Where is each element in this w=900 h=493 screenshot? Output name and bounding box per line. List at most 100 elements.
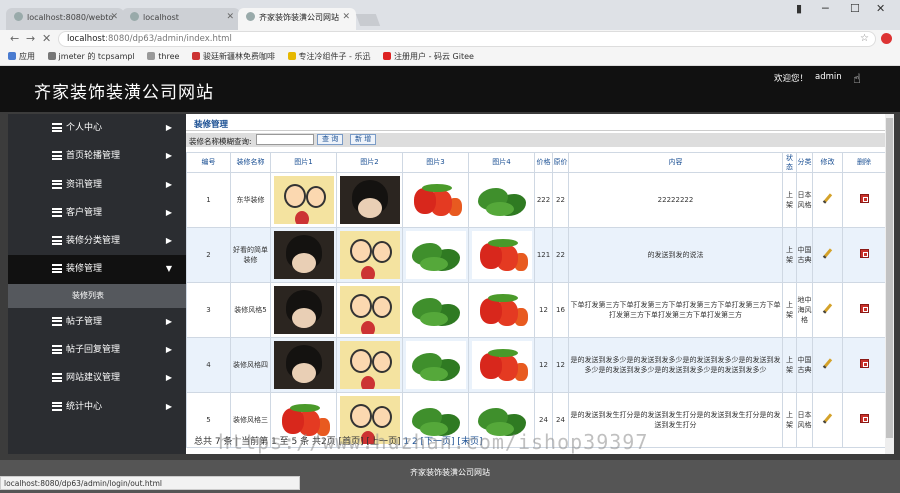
close-window-icon[interactable]: ✕ <box>876 2 885 15</box>
search-label: 装修名称模糊查询: <box>189 137 252 146</box>
new-tab-button[interactable] <box>355 14 381 26</box>
column-header: 内容 <box>568 152 783 173</box>
gitee-icon <box>383 52 392 60</box>
pagination: 总共 7 条 | 当前第 1 至 5 条 共2页 [首页] [上一页] 1 2 … <box>194 434 482 447</box>
bookmark-label: three <box>158 52 180 61</box>
bookmark-star-icon[interactable]: ☆ <box>860 33 869 44</box>
sidebar-item-statistics[interactable]: 统计中心 ▶ <box>8 393 186 421</box>
cell-id: 1 <box>186 172 231 228</box>
vertical-scrollbar[interactable] <box>885 114 894 454</box>
close-tab-icon[interactable]: ✕ <box>226 12 234 22</box>
sidebar-item-suggestions[interactable]: 网站建议管理 ▶ <box>8 364 186 392</box>
sidebar-item-news[interactable]: 资讯管理 ▶ <box>8 171 186 199</box>
apps-icon <box>8 52 16 60</box>
bookmark-item[interactable]: 骏廷新疆林免费咖啡 <box>191 51 275 62</box>
sidebar-item-personal[interactable]: 个人中心 ▶ <box>8 114 186 142</box>
query-button[interactable]: 查 询 <box>317 134 344 145</box>
search-bar: 装修名称模糊查询: 查 询 新 增 <box>186 133 885 147</box>
table-row: 2 好看的简单装修 121 22 的发送到发的说法 上架 中国古典 <box>186 227 886 283</box>
add-button[interactable]: 新 增 <box>350 134 377 145</box>
forward-icon[interactable]: → <box>26 32 35 45</box>
sidebar-item-posts[interactable]: 帖子管理 ▶ <box>8 308 186 336</box>
cartoon-image <box>339 231 400 279</box>
cell-image <box>402 172 469 228</box>
user-icon[interactable]: ▮ <box>796 2 802 15</box>
browser-tab-1[interactable]: localhost:8080/webto ✕ <box>6 8 124 30</box>
username-link[interactable]: admin <box>815 72 842 82</box>
reload-icon[interactable]: ✕ <box>42 32 51 45</box>
sidebar-subitem-decoration-list[interactable]: 装修列表 <box>8 283 186 308</box>
browser-tab-3[interactable]: 齐家装饰装潢公司网站 ✕ <box>238 8 356 30</box>
cell-category: 日本风格 <box>796 172 813 228</box>
stack-icon <box>52 179 62 189</box>
pepper-image <box>405 176 466 224</box>
scrollbar-thumb[interactable] <box>886 118 893 438</box>
page-icon <box>14 12 23 21</box>
pencil-icon[interactable] <box>822 248 833 259</box>
site-title: 齐家装饰装潢公司网站 <box>34 83 214 103</box>
stack-icon <box>52 373 62 383</box>
search-input[interactable] <box>256 134 314 145</box>
maximize-icon[interactable]: ☐ <box>850 2 860 15</box>
extension-icon[interactable] <box>881 33 892 44</box>
delete-icon[interactable] <box>859 194 869 203</box>
pencil-icon[interactable] <box>822 193 833 204</box>
sidebar-item-label: 帖子管理 <box>66 316 103 327</box>
address-bar[interactable]: localhost:8080/dp63/admin/index.html ☆ <box>58 31 876 47</box>
cell-image <box>270 282 337 338</box>
page-icon <box>130 12 139 21</box>
browser-tab-2[interactable]: localhost ✕ <box>122 8 240 30</box>
cell-id: 3 <box>186 282 231 338</box>
page-2-link[interactable]: 2 <box>412 437 418 447</box>
minimize-icon[interactable]: ─ <box>822 2 829 15</box>
column-header: 分类 <box>796 152 813 173</box>
bookmark-item[interactable]: three <box>147 52 179 61</box>
chevron-right-icon: ▶ <box>165 179 172 189</box>
stack-icon <box>52 316 62 326</box>
page-icon <box>147 52 156 60</box>
chevron-right-icon: ▶ <box>165 373 172 383</box>
chevron-right-icon: ▶ <box>165 401 172 411</box>
cell-category: 中国古典 <box>796 337 813 393</box>
delete-icon[interactable] <box>859 304 869 313</box>
bookmarks-bar: 应用 jmeter 的 tcpsampl three 骏廷新疆林免费咖啡 专注冷… <box>0 48 900 66</box>
back-icon[interactable]: ← <box>10 32 19 45</box>
delete-icon[interactable] <box>859 359 869 368</box>
next-last-links[interactable]: [下一页] [末页] <box>421 437 483 447</box>
page-1-link[interactable]: 1 <box>403 437 409 447</box>
bookmark-item[interactable]: 注册用户 - 码云 Gitee <box>383 51 474 62</box>
stack-icon <box>52 123 62 132</box>
delete-icon[interactable] <box>859 414 869 423</box>
browser-tabbar: localhost:8080/webto ✕ localhost ✕ 齐家装饰装潢公… <box>0 0 900 30</box>
cell-edit <box>812 172 843 228</box>
table-row: 1 东华装修 222 22 22222222 上架 日本风格 <box>186 172 886 228</box>
pencil-icon[interactable] <box>822 358 833 369</box>
pencil-icon[interactable] <box>822 303 833 314</box>
cell-price: 121 <box>534 227 553 283</box>
cell-original-price: 16 <box>552 282 569 338</box>
table-row: 3 装修风格5 12 16 下单打发第三方下单打发第三方下单打发第三方下单打发第三方下单… <box>186 282 886 338</box>
bookmark-apps[interactable]: 应用 <box>8 51 35 62</box>
cell-content: 下单打发第三方下单打发第三方下单打发第三方下单打发第三方下单打发第三方下单打发第… <box>568 282 783 338</box>
pencil-icon[interactable] <box>822 413 833 424</box>
cartoon-image <box>339 341 400 389</box>
sidebar-item-replies[interactable]: 帖子回复管理 ▶ <box>8 336 186 364</box>
spinach-image <box>405 231 466 279</box>
bookmark-item[interactable]: 专注冷组件子 - 乐迅 <box>287 51 371 62</box>
stack-icon <box>52 345 62 355</box>
status-url: localhost:8080/dp63/admin/login/out.html <box>0 476 300 490</box>
close-tab-icon[interactable]: ✕ <box>342 12 350 22</box>
cell-delete <box>842 172 886 228</box>
sidebar-item-customers[interactable]: 客户管理 ▶ <box>8 199 186 227</box>
sidebar-item-carousel[interactable]: 首页轮播管理 ▶ <box>8 142 186 170</box>
delete-icon[interactable] <box>859 249 869 258</box>
dark-image <box>273 286 334 334</box>
page-icon <box>246 12 255 21</box>
sidebar-item-categories[interactable]: 装修分类管理 ▶ <box>8 227 186 255</box>
sidebar-item-label: 首页轮播管理 <box>66 151 121 162</box>
close-tab-icon[interactable]: ✕ <box>110 12 118 22</box>
bookmark-label: 骏廷新疆林免费咖啡 <box>202 52 275 61</box>
bookmark-item[interactable]: jmeter 的 tcpsampl <box>47 51 135 62</box>
sidebar-item-decoration[interactable]: 装修管理 ▼ <box>8 255 186 284</box>
main-content: 装修管理 装修名称模糊查询: 查 询 新 增 编号 装修名称 图片1 图片2 图… <box>186 114 886 454</box>
